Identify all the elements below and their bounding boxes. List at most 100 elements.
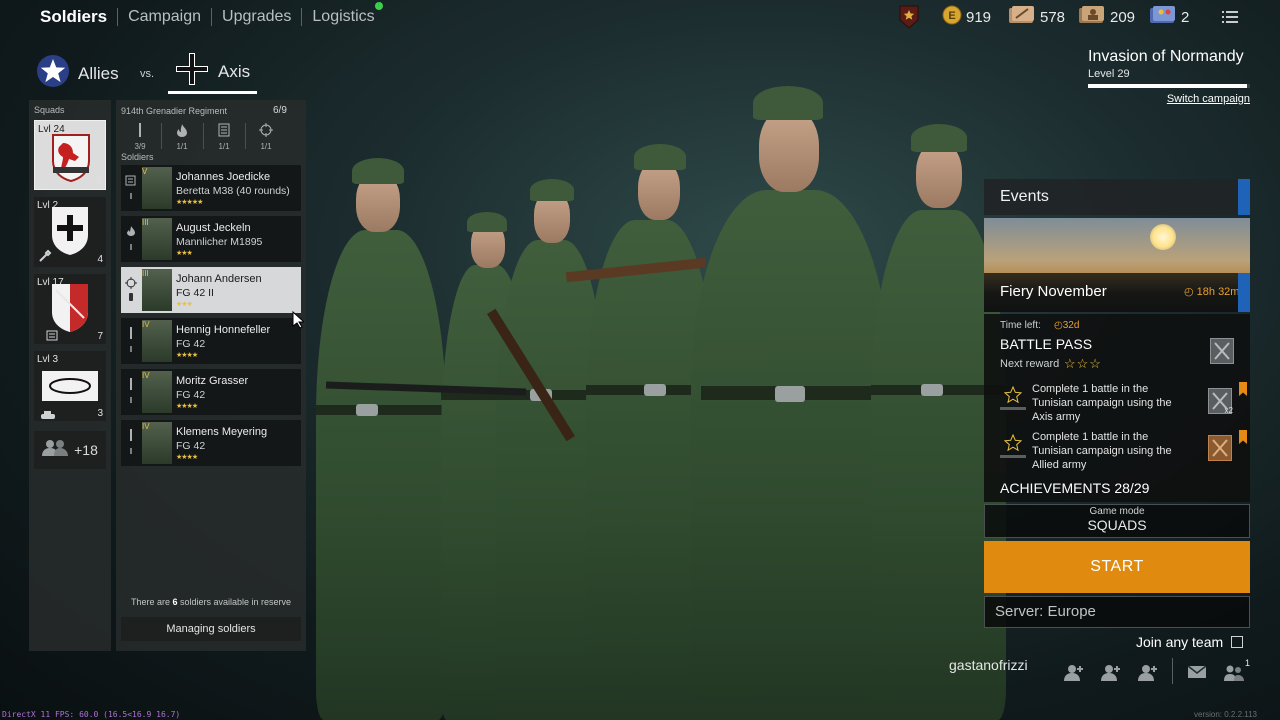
rifleman-icon (125, 426, 139, 460)
gold-currency[interactable]: E 919 (942, 4, 991, 30)
event-timer-value: 18h 32m (1196, 286, 1240, 298)
squad-count: 7 (97, 331, 103, 342)
username[interactable]: gastanofrizzi (949, 657, 1028, 673)
soldier-row[interactable]: IV Klemens Meyering FG 42 ★★★★ (121, 420, 301, 466)
social-divider (1172, 658, 1173, 684)
silver-tickets-amount: 578 (1040, 8, 1066, 26)
tab-campaign[interactable]: Campaign (118, 8, 211, 26)
vs-label: vs. (140, 68, 155, 80)
allies-star-icon (36, 54, 70, 93)
more-squads-button[interactable]: +18 (34, 431, 106, 469)
event-title: Fiery November (1000, 283, 1107, 300)
soldier-name: Klemens Meyering (176, 426, 268, 438)
reward-item-icon[interactable] (1210, 338, 1234, 364)
soldier-row[interactable]: III August Jeckeln Mannlicher M1895 ★★★ (121, 216, 301, 262)
gold-coin-icon: E (942, 5, 962, 29)
soldier-rank: V (142, 167, 148, 176)
event-banner[interactable]: Fiery November ◴ 18h 32m (984, 218, 1250, 312)
campaign-progress-bar (1088, 84, 1250, 88)
squad-ticket-icon (1149, 5, 1177, 29)
blue-tickets[interactable]: 2 (1149, 4, 1189, 30)
soldier-row[interactable]: V Johannes Joedicke Beretta M38 (40 roun… (121, 165, 301, 211)
axis-selector[interactable]: Axis (168, 52, 257, 94)
squad-card[interactable]: Lvl 24 6 (34, 120, 106, 190)
soldier-ticket-icon (1078, 5, 1106, 29)
soldier-stars: ★★★ (176, 250, 193, 257)
rifleman-icon (125, 324, 139, 358)
weapon-ticket-icon (1008, 5, 1036, 29)
squad-card[interactable]: Lvl 3 3 (34, 351, 106, 421)
events-header[interactable]: Events (984, 179, 1250, 215)
fps-debug-text: DirectX 11 FPS: 60.0 (16.5<16.9 16.7) (2, 710, 181, 719)
invite-to-squad-icon[interactable] (1101, 664, 1121, 682)
soldier-figure (691, 80, 891, 720)
bronze-tickets-amount: 209 (1110, 8, 1136, 26)
achievements-link[interactable]: ACHIEVEMENTS 28/29 (1000, 480, 1149, 496)
task-reward-icon[interactable] (1208, 435, 1232, 461)
mail-icon[interactable] (1187, 664, 1207, 682)
soldier-stars: ★★★★★ (176, 199, 203, 206)
soldier-weapon: FG 42 (176, 389, 206, 401)
people-icon (42, 439, 69, 462)
squad-count: 4 (97, 254, 103, 265)
battle-pass-title[interactable]: BATTLE PASS (1000, 336, 1092, 352)
soldier-row[interactable]: IV Hennig Honnefeller FG 42 ★★★★ (121, 318, 301, 364)
task-description: Complete 1 battle in the Tunisian campai… (1032, 431, 1172, 471)
soldier-stars: ★★★ (176, 301, 193, 308)
gold-amount: 919 (966, 8, 992, 26)
switch-campaign-link[interactable]: Switch campaign (1088, 93, 1250, 105)
class-slot: 1/1 (212, 123, 236, 151)
allies-label: Allies (78, 63, 119, 83)
tab-logistics-label: Logistics (312, 8, 375, 25)
squad-emblem-icon (49, 133, 93, 188)
time-left-value: 32d (1062, 320, 1080, 331)
silver-tickets[interactable]: 578 (1008, 4, 1065, 30)
reward-multiplier: x2 (1224, 406, 1233, 415)
time-left-label: Time left: (1000, 320, 1041, 331)
class-slot: 1/1 (170, 123, 194, 151)
soldier-weapon: FG 42 II (176, 287, 214, 299)
tab-upgrades[interactable]: Upgrades (212, 8, 301, 26)
squad-card[interactable]: Lvl 17 7 (34, 274, 106, 344)
engineer-class-icon (38, 249, 52, 268)
task-progress-bar (1000, 455, 1026, 458)
axis-cross-icon (174, 51, 210, 92)
managing-soldiers-button[interactable]: Managing soldiers (121, 617, 301, 641)
tab-logistics[interactable]: Logistics ! (302, 2, 384, 26)
tab-soldiers[interactable]: Soldiers (30, 7, 117, 27)
svg-text:E: E (948, 10, 955, 22)
menu-icon[interactable] (1222, 10, 1238, 24)
task-star-icon (1003, 433, 1023, 457)
invite-player-icon[interactable] (1138, 664, 1158, 682)
event-timer: ◴ 18h 32m (1184, 286, 1240, 298)
class-slot-count: 1/1 (176, 142, 188, 151)
add-friend-icon[interactable] (1064, 664, 1084, 682)
mouse-cursor-icon (292, 310, 306, 334)
soldier-row[interactable]: IV Moritz Grasser FG 42 ★★★★ (121, 369, 301, 415)
reserve-suffix: soldiers available in reserve (177, 597, 292, 607)
soldier-name: Johann Andersen (176, 273, 262, 285)
rank-badge-icon[interactable] (898, 5, 920, 29)
bookmark-icon (1239, 382, 1247, 396)
soldier-rank: III (142, 218, 149, 227)
allies-selector[interactable]: Allies (36, 54, 119, 93)
soldier-rank: IV (142, 371, 150, 380)
squad-card[interactable]: Lvl 2 4 (34, 197, 106, 267)
soldier-rank: IV (142, 320, 150, 329)
game-mode-selector[interactable]: Game mode SQUADS (984, 504, 1250, 538)
server-selector[interactable]: Server: Europe (984, 596, 1250, 628)
task-reward-icon[interactable]: x2 (1208, 388, 1233, 415)
notification-badge: ! (374, 2, 383, 10)
soldier-row-selected[interactable]: III Johann Andersen FG 42 II ★★★ (121, 267, 301, 313)
more-squads-count: +18 (74, 442, 98, 458)
start-button[interactable]: START (984, 541, 1250, 593)
join-any-team-toggle[interactable]: Join any team (1136, 634, 1244, 650)
friends-icon[interactable]: 1 (1224, 658, 1250, 682)
game-mode-value: SQUADS (1087, 517, 1147, 533)
join-any-team-checkbox[interactable] (1231, 636, 1244, 648)
events-accent-bar (1238, 179, 1250, 215)
soldier-figure (316, 150, 446, 720)
bronze-tickets[interactable]: 209 (1078, 4, 1135, 30)
squad-count: 6 (96, 176, 102, 187)
soldiers-header: Soldiers (121, 152, 154, 162)
